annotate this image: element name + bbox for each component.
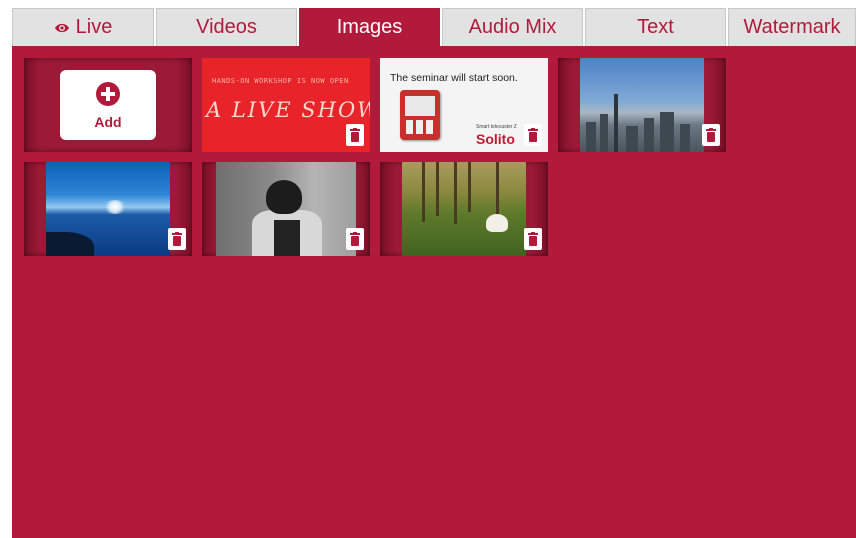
tab-watermark[interactable]: Watermark — [728, 8, 856, 46]
tab-watermark-label: Watermark — [743, 16, 841, 38]
image-thumbnail-seminar: The seminar will start soon. Smart telec… — [380, 58, 548, 152]
trash-icon — [528, 128, 538, 142]
media-panel: Live Videos Images Audio Mix Text Waterm… — [12, 0, 856, 538]
add-image-tile: Add — [24, 58, 192, 152]
tab-audio-mix[interactable]: Audio Mix — [442, 8, 583, 46]
tab-images-label: Images — [336, 16, 403, 38]
tab-audio-mix-label: Audio Mix — [468, 16, 557, 38]
thumbnail-text-small: HANDS-ON WORKSHOP IS NOW OPEN — [212, 77, 349, 85]
image-tile[interactable] — [24, 162, 192, 256]
tab-bar: Live Videos Images Audio Mix Text Waterm… — [12, 0, 856, 46]
tab-videos-label: Videos — [196, 16, 257, 38]
thumbnail-message: The seminar will start soon. — [390, 72, 518, 84]
add-label: Add — [94, 113, 122, 130]
delete-image-button[interactable] — [702, 124, 720, 146]
image-thumbnail-forest — [402, 162, 526, 256]
add-image-button[interactable]: Add — [60, 70, 156, 140]
tab-text-label: Text — [637, 16, 674, 38]
image-tile[interactable] — [380, 162, 548, 256]
trash-icon — [528, 232, 538, 246]
tab-live-label: Live — [75, 16, 113, 38]
plus-circle-icon — [95, 81, 121, 112]
trash-icon — [706, 128, 716, 142]
tab-live[interactable]: Live — [12, 8, 154, 46]
delete-image-button[interactable] — [346, 124, 364, 146]
delete-image-button[interactable] — [524, 228, 542, 250]
tab-images[interactable]: Images — [299, 8, 440, 46]
image-thumbnail-ocean — [46, 162, 170, 256]
delete-image-button[interactable] — [346, 228, 364, 250]
device-image — [400, 90, 440, 140]
delete-image-button[interactable] — [168, 228, 186, 250]
trash-icon — [350, 232, 360, 246]
image-tile[interactable]: The seminar will start soon. Smart telec… — [380, 58, 548, 152]
thumbnail-logo: Solito — [476, 131, 515, 147]
image-tile[interactable] — [558, 58, 726, 152]
image-thumbnail-portrait — [216, 162, 356, 256]
delete-image-button[interactable] — [524, 124, 542, 146]
trash-icon — [350, 128, 360, 142]
image-tile[interactable]: HANDS-ON WORKSHOP IS NOW OPEN A LIVE SHO… — [202, 58, 370, 152]
tab-text[interactable]: Text — [585, 8, 726, 46]
image-tile[interactable] — [202, 162, 370, 256]
thumbnail-brand: Smart telecaster Z — [476, 124, 517, 130]
thumbnail-text-big: A LIVE SHOW — [206, 98, 370, 122]
image-thumbnail-live-show: HANDS-ON WORKSHOP IS NOW OPEN A LIVE SHO… — [202, 58, 370, 152]
tab-videos[interactable]: Videos — [156, 8, 297, 46]
image-thumbnail-city — [580, 58, 704, 152]
trash-icon — [172, 232, 182, 246]
eye-icon — [54, 22, 70, 34]
